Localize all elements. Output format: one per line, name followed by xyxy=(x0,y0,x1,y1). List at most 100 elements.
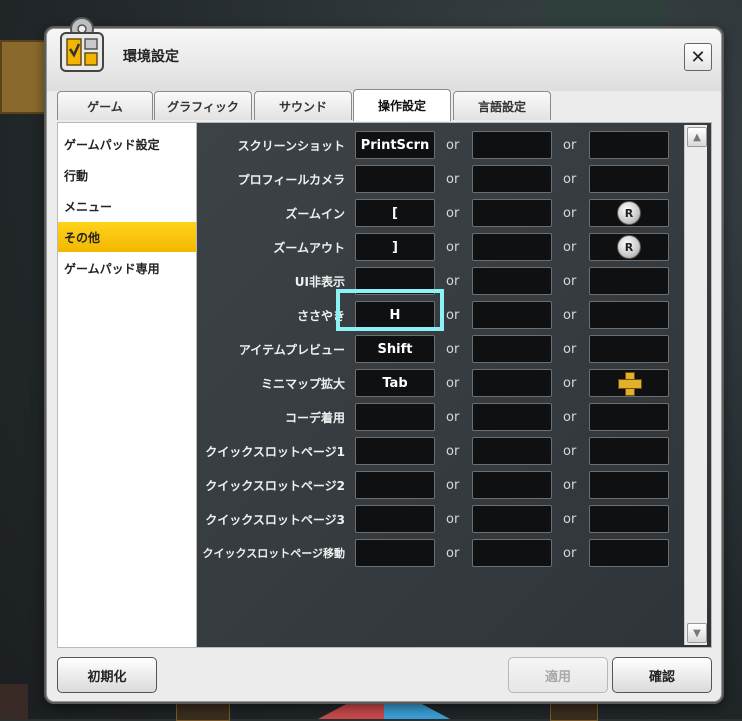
keybind-slot-2[interactable] xyxy=(472,471,552,499)
sidebar-item-menu[interactable]: メニュー xyxy=(58,191,196,221)
close-icon: ✕ xyxy=(690,46,706,68)
confirm-button[interactable]: 確認 xyxy=(612,657,712,693)
keybind-slot-2[interactable] xyxy=(472,369,552,397)
scrollbar[interactable]: ▲ ▼ xyxy=(684,125,707,645)
or-separator: or xyxy=(563,206,577,221)
keybind-row: スクリーンショット PrintScrn or or xyxy=(197,130,685,162)
keybind-slot-2[interactable] xyxy=(472,233,552,261)
keybind-slot-2[interactable] xyxy=(472,335,552,363)
keybind-row: ささやき Hor or xyxy=(197,300,685,332)
keybind-row: UI非表示 or or xyxy=(197,266,685,298)
keybind-slot-2[interactable] xyxy=(472,403,552,431)
keybind-slot-3[interactable]: R xyxy=(589,199,669,227)
keybind-slot-2[interactable] xyxy=(472,437,552,465)
or-separator: or xyxy=(563,240,577,255)
keybind-slot-1[interactable]: PrintScrn xyxy=(355,131,435,159)
or-separator: or xyxy=(563,138,577,153)
close-button[interactable]: ✕ xyxy=(684,43,712,71)
keybind-slot-3[interactable] xyxy=(589,267,669,295)
keybind-slot-3[interactable] xyxy=(589,539,669,567)
keybind-slot-1[interactable] xyxy=(355,267,435,295)
keybind-slot-3[interactable] xyxy=(589,165,669,193)
or-separator: or xyxy=(563,274,577,289)
keybind-slot-2[interactable] xyxy=(472,301,552,329)
keybind-row: クイックスロットページ1 or or xyxy=(197,436,685,468)
keybind-slot-2[interactable] xyxy=(472,505,552,533)
or-separator: or xyxy=(446,410,460,425)
keybind-row: プロフィールカメラ or or xyxy=(197,164,685,196)
keybind-slot-1[interactable] xyxy=(355,165,435,193)
keybind-slot-3[interactable] xyxy=(589,335,669,363)
or-separator: or xyxy=(563,444,577,459)
keybind-row: クイックスロットページ移動 or or xyxy=(197,538,685,570)
tab-language[interactable]: 言語設定 xyxy=(453,91,551,120)
or-separator: or xyxy=(563,308,577,323)
keybind-label: スクリーンショット xyxy=(237,139,345,153)
keybind-slot-3[interactable] xyxy=(589,471,669,499)
scroll-up-button[interactable]: ▲ xyxy=(687,127,707,147)
chevron-down-icon: ▼ xyxy=(693,627,701,639)
or-separator: or xyxy=(446,274,460,289)
tab-sound[interactable]: サウンド xyxy=(254,91,352,120)
keybind-slot-1[interactable] xyxy=(355,539,435,567)
or-separator: or xyxy=(563,512,577,527)
sidebar-item-other[interactable]: その他 xyxy=(58,222,196,252)
keybind-label: クイックスロットページ3 xyxy=(205,513,345,527)
or-separator: or xyxy=(446,444,460,459)
keybind-slot-3[interactable] xyxy=(589,505,669,533)
background-hud-left xyxy=(0,684,28,719)
keybind-row: ミニマップ拡大 Tab or or xyxy=(197,368,685,400)
keybind-slot-3[interactable] xyxy=(589,131,669,159)
chevron-up-icon: ▲ xyxy=(693,131,701,143)
or-separator: or xyxy=(563,546,577,561)
background-tile xyxy=(545,0,665,30)
keybind-label: プロフィールカメラ xyxy=(237,173,345,187)
settings-window: 環境設定 ✕ ゲーム グラフィック サウンド 操作設定 言語設定 ゲームパッド設… xyxy=(46,17,722,702)
or-separator: or xyxy=(446,206,460,221)
keybind-slot-1[interactable] xyxy=(355,437,435,465)
keybind-label: UI非表示 xyxy=(294,275,345,289)
or-separator: or xyxy=(563,376,577,391)
reset-button[interactable]: 初期化 xyxy=(57,657,157,693)
keybind-label: ズームイン xyxy=(285,207,345,221)
tab-game[interactable]: ゲーム xyxy=(57,91,153,120)
keybind-slot-1[interactable] xyxy=(355,505,435,533)
tab-controls[interactable]: 操作設定 xyxy=(353,89,451,121)
keybind-label: ささやき xyxy=(296,309,345,323)
keybind-slot-1[interactable]: H xyxy=(355,301,435,329)
settings-gear-icon xyxy=(60,17,104,72)
keybind-label: クイックスロットページ移動 xyxy=(202,547,345,560)
sidebar-item-action[interactable]: 行動 xyxy=(58,160,196,190)
keybind-slot-1[interactable]: [ xyxy=(355,199,435,227)
keybind-panel: スクリーンショット PrintScrn or or プロフィールカメラ or or ズームイン… xyxy=(196,122,712,648)
keybind-label: クイックスロットページ2 xyxy=(205,479,345,493)
keybind-slot-2[interactable] xyxy=(472,539,552,567)
keybind-slot-1[interactable] xyxy=(355,471,435,499)
keybind-slot-2[interactable] xyxy=(472,267,552,295)
or-separator: or xyxy=(563,478,577,493)
keybind-slot-3[interactable] xyxy=(589,369,669,397)
keybind-slot-1[interactable]: ] xyxy=(355,233,435,261)
sidebar-item-gamepad-settings[interactable]: ゲームパッド設定 xyxy=(58,129,196,159)
keybind-slot-3[interactable]: R xyxy=(589,233,669,261)
tab-graphics[interactable]: グラフィック xyxy=(154,91,252,120)
or-separator: or xyxy=(446,546,460,561)
apply-button[interactable]: 適用 xyxy=(508,657,608,693)
keybind-slot-1[interactable]: Shift xyxy=(355,335,435,363)
keybind-label: クイックスロットページ1 xyxy=(205,445,345,459)
keybind-slot-3[interactable] xyxy=(589,403,669,431)
keybind-row: アイテムプレビュー Shift or or xyxy=(197,334,685,366)
sidebar-item-gamepad-only[interactable]: ゲームパッド専用 xyxy=(58,253,196,283)
keybind-slot-2[interactable] xyxy=(472,199,552,227)
keybind-slot-3[interactable] xyxy=(589,301,669,329)
or-separator: or xyxy=(563,172,577,187)
keybind-slot-1[interactable]: Tab xyxy=(355,369,435,397)
keybind-slot-1[interactable] xyxy=(355,403,435,431)
scroll-down-button[interactable]: ▼ xyxy=(687,623,707,643)
window-title: 環境設定 xyxy=(123,49,179,65)
keybind-slot-2[interactable] xyxy=(472,131,552,159)
r-stick-down-icon: R xyxy=(617,235,641,259)
keybind-slot-2[interactable] xyxy=(472,165,552,193)
keybind-slot-3[interactable] xyxy=(589,437,669,465)
or-separator: or xyxy=(446,308,460,323)
